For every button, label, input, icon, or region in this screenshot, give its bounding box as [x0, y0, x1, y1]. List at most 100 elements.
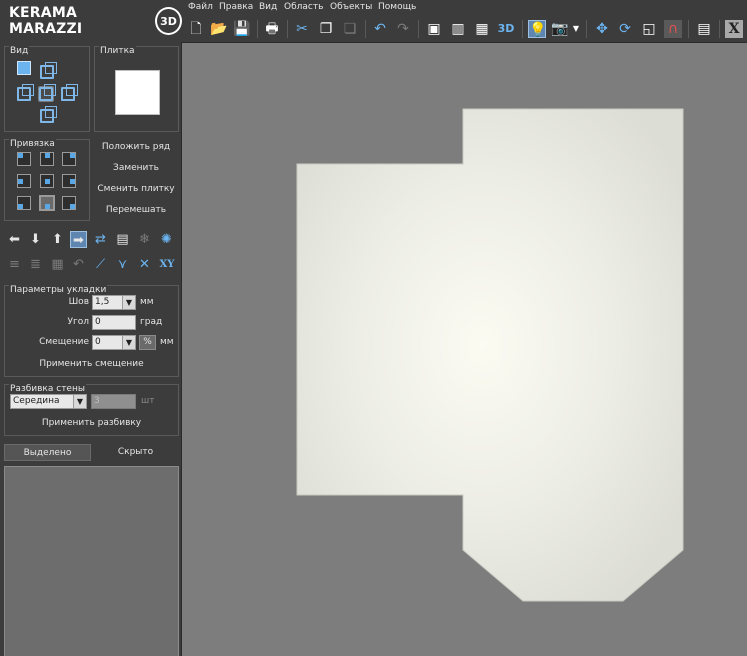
- shuffle-button[interactable]: Перемешать: [94, 202, 178, 218]
- tile-group-title: Плитка: [99, 46, 136, 56]
- undo-tile-icon[interactable]: ↶: [70, 256, 87, 273]
- diagonal-line-icon[interactable]: ⟋: [92, 256, 109, 273]
- plan-icon[interactable]: ▣: [425, 20, 443, 38]
- app-window: KERAMA MARAZZI 3D Вид Плитка Привязка По…: [0, 0, 747, 656]
- scale-icon[interactable]: ◱: [640, 20, 658, 38]
- lay-row-button[interactable]: Положить ряд: [94, 139, 178, 155]
- split-v-icon[interactable]: ≣: [27, 256, 44, 273]
- save-icon[interactable]: 💾: [233, 20, 251, 38]
- layout-params-title: Параметры укладки: [9, 285, 108, 295]
- tile-rows-icon[interactable]: ▤: [114, 231, 131, 248]
- cube-left-icon[interactable]: [17, 84, 34, 101]
- cube-top-icon[interactable]: [40, 62, 57, 79]
- tab-selected[interactable]: Выделено: [4, 444, 91, 461]
- 3d-view-button[interactable]: 3D: [495, 20, 517, 38]
- seam-value: 1,5: [95, 297, 110, 307]
- toolbar-separator: [586, 20, 587, 38]
- percent-toggle-button[interactable]: %: [139, 335, 156, 350]
- anchor-bottom-right[interactable]: [62, 196, 76, 210]
- grid-icon[interactable]: ▤: [695, 20, 713, 38]
- anchor-group-title: Привязка: [9, 139, 56, 149]
- swap-icon[interactable]: ⇄: [92, 231, 109, 248]
- offset-unit: мм: [160, 337, 174, 347]
- gear-tile-icon[interactable]: ✺: [158, 231, 175, 248]
- menu-view[interactable]: Вид: [259, 1, 277, 13]
- arrow-down-icon[interactable]: ⬇: [27, 231, 44, 248]
- view-group-title: Вид: [9, 46, 30, 56]
- angle-label: Угол: [67, 317, 89, 327]
- anchor-middle-right[interactable]: [62, 174, 76, 188]
- anchor-bottom-center[interactable]: [39, 195, 55, 211]
- arrow-up-icon[interactable]: ⬆: [49, 231, 66, 248]
- change-tile-button[interactable]: Сменить плитку: [94, 181, 178, 197]
- toolbar-separator: [719, 20, 720, 38]
- toolbar-separator: [287, 20, 288, 38]
- angle-value: 0: [95, 317, 101, 327]
- cube-front-icon[interactable]: [38, 84, 56, 102]
- anchor-top-center[interactable]: [40, 152, 54, 166]
- menu-edit[interactable]: Правка: [219, 1, 253, 13]
- anchor-top-right[interactable]: [62, 152, 76, 166]
- wall-canvas[interactable]: [183, 43, 747, 656]
- undo-icon[interactable]: ↶: [371, 20, 389, 38]
- rotate-icon[interactable]: ⟳: [616, 20, 634, 38]
- open-icon[interactable]: 📂: [210, 20, 228, 38]
- cross-line-icon[interactable]: ✕: [136, 256, 153, 273]
- apply-split-button[interactable]: Применить разбивку: [5, 418, 178, 428]
- anchor-top-left[interactable]: [17, 152, 31, 166]
- menu-file[interactable]: Файл: [188, 1, 213, 13]
- cut-icon[interactable]: ✂: [293, 20, 311, 38]
- cube-bottom-icon[interactable]: [40, 106, 57, 123]
- snowflake-icon[interactable]: ❄: [136, 231, 153, 248]
- seam-unit: мм: [140, 297, 154, 307]
- split-mode-select[interactable]: Середина ▼: [10, 394, 87, 409]
- redo-icon[interactable]: ↷: [394, 20, 412, 38]
- wall-shape[interactable]: [296, 108, 684, 602]
- menu-bar: Файл Правка Вид Область Объекты Помощь: [182, 0, 747, 14]
- arrow-right-icon[interactable]: ➡: [70, 231, 87, 248]
- view-group: Вид: [4, 46, 90, 132]
- tile-preview[interactable]: [115, 70, 160, 115]
- arrow-left-icon[interactable]: ⬅: [6, 231, 23, 248]
- light-icon[interactable]: 💡: [528, 20, 546, 38]
- chevron-down-icon[interactable]: ▼: [571, 20, 581, 38]
- menu-help[interactable]: Помощь: [378, 1, 416, 13]
- objects-list[interactable]: [4, 466, 179, 656]
- new-icon[interactable]: 🗋: [187, 20, 205, 38]
- angle-line-icon[interactable]: ⋎: [114, 256, 131, 273]
- cube-right-icon[interactable]: [61, 84, 78, 101]
- chevron-down-icon[interactable]: ▼: [122, 296, 135, 309]
- logo: KERAMA MARAZZI 3D: [0, 0, 182, 42]
- move-icon[interactable]: ✥: [593, 20, 611, 38]
- close-view-button[interactable]: X: [725, 20, 743, 38]
- menu-area[interactable]: Область: [284, 1, 323, 13]
- visibility-tabs: Выделено Скрыто: [4, 444, 179, 461]
- apply-offset-button[interactable]: Применить смещение: [5, 359, 178, 369]
- anchor-center[interactable]: [40, 174, 54, 188]
- left-panel: KERAMA MARAZZI 3D Вид Плитка Привязка По…: [0, 0, 182, 656]
- camera-icon[interactable]: 📷: [551, 20, 569, 38]
- replace-button[interactable]: Заменить: [94, 160, 178, 176]
- copy-icon[interactable]: ❐: [317, 20, 335, 38]
- anchor-middle-left[interactable]: [17, 174, 31, 188]
- magnet-icon[interactable]: ∩: [664, 20, 682, 38]
- xy-button[interactable]: XY: [156, 256, 178, 273]
- print-icon[interactable]: 🖶: [263, 20, 281, 38]
- paste-icon[interactable]: ❏: [341, 20, 359, 38]
- seam-select[interactable]: 1,5 ▼: [92, 295, 136, 310]
- toolbar-separator: [522, 20, 523, 38]
- split-h-icon[interactable]: ≡: [6, 256, 23, 273]
- picture-view-icon[interactable]: [17, 61, 31, 75]
- anchor-bottom-left[interactable]: [17, 196, 31, 210]
- layout-params-group: Параметры укладки Шов 1,5 ▼ мм Угол 0 гр…: [4, 285, 179, 377]
- menu-objects[interactable]: Объекты: [330, 1, 372, 13]
- angle-input[interactable]: 0: [92, 315, 136, 330]
- wall-icon[interactable]: ▥: [449, 20, 467, 38]
- chevron-down-icon[interactable]: ▼: [73, 395, 86, 408]
- tile-grid-icon[interactable]: ▦: [49, 256, 66, 273]
- split-count-input: 3: [91, 394, 136, 409]
- offset-select[interactable]: 0 ▼: [92, 335, 136, 350]
- calculator-icon[interactable]: ▦: [473, 20, 491, 38]
- chevron-down-icon[interactable]: ▼: [122, 336, 135, 349]
- tab-hidden[interactable]: Скрыто: [92, 444, 179, 461]
